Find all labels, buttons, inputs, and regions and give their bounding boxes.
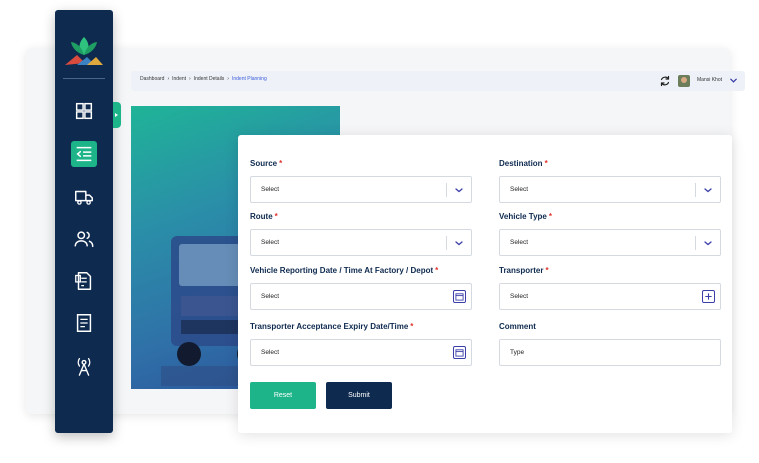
company-logo: [65, 37, 103, 65]
acceptance-expiry-picker[interactable]: Select: [250, 339, 472, 366]
screen: Dashboard › Indent › Indent Details › In…: [0, 0, 759, 463]
sidebar-item-dashboard[interactable]: [71, 98, 97, 124]
comment-label: Comment: [499, 322, 536, 331]
breadcrumb-indent[interactable]: Indent: [172, 76, 186, 82]
chevron-down-icon[interactable]: [454, 238, 464, 248]
chevron-down-icon[interactable]: [454, 185, 464, 195]
submit-button[interactable]: Submit: [326, 382, 392, 409]
tower-icon: [77, 357, 91, 376]
add-transporter-button[interactable]: [702, 290, 715, 303]
route-select[interactable]: Select: [250, 229, 472, 256]
sidebar-divider: [63, 78, 105, 79]
destination-label: Destination *: [499, 159, 548, 168]
calendar-icon: [455, 349, 464, 357]
reporting-date-picker[interactable]: Select: [250, 283, 472, 310]
source-value: Select: [261, 186, 280, 193]
comment-input[interactable]: Type: [499, 339, 721, 366]
breadcrumb-dashboard[interactable]: Dashboard: [140, 76, 164, 82]
indent-list-icon: [76, 146, 92, 162]
breadcrumb-sep: ›: [189, 76, 191, 82]
sidebar-item-billing[interactable]: [71, 268, 97, 294]
sidebar: [55, 10, 113, 433]
source-label: Source *: [250, 159, 283, 168]
document-icon: [76, 314, 92, 332]
invoice-icon: [75, 272, 92, 290]
chevron-down-icon[interactable]: [703, 185, 713, 195]
sidebar-toggle-button[interactable]: [113, 102, 121, 128]
chevron-down-icon[interactable]: [729, 76, 738, 85]
destination-select[interactable]: Select: [499, 176, 721, 203]
sidebar-item-vehicles[interactable]: [71, 184, 97, 210]
transporter-label: Transporter *: [499, 266, 549, 275]
select-divider: [446, 183, 447, 197]
breadcrumb: Dashboard › Indent › Indent Details › In…: [140, 76, 267, 82]
user-name[interactable]: Mansi Khot: [697, 77, 722, 83]
vehicle-type-select[interactable]: Select: [499, 229, 721, 256]
source-select[interactable]: Select: [250, 176, 472, 203]
acceptance-expiry-label: Transporter Acceptance Expiry Date/Time *: [250, 322, 414, 331]
acceptance-expiry-value: Select: [261, 349, 280, 356]
calendar-icon: [455, 293, 464, 301]
comment-placeholder: Type: [510, 349, 525, 356]
sidebar-item-indent[interactable]: [71, 141, 97, 167]
select-divider: [446, 236, 447, 250]
route-label: Route *: [250, 212, 278, 221]
sidebar-item-reports[interactable]: [71, 310, 97, 336]
destination-value: Select: [510, 186, 529, 193]
calendar-button[interactable]: [453, 346, 466, 359]
breadcrumb-sep: ›: [167, 76, 170, 82]
reporting-date-label: Vehicle Reporting Date / Time At Factory…: [250, 266, 439, 275]
chevron-down-icon[interactable]: [703, 238, 713, 248]
refresh-icon[interactable]: [659, 75, 671, 87]
route-value: Select: [261, 239, 280, 246]
reset-button[interactable]: Reset: [250, 382, 316, 409]
reporting-date-value: Select: [261, 293, 280, 300]
breadcrumb-indent-planning: Indent Planning: [231, 76, 267, 82]
plus-icon: [705, 293, 712, 300]
indent-planning-form: Source * Select Destination * Select Route…: [238, 135, 732, 433]
users-icon: [74, 231, 94, 248]
calendar-button[interactable]: [453, 290, 466, 303]
transporter-value: Select: [510, 293, 529, 300]
dashboard-grid-icon: [75, 102, 93, 120]
sidebar-item-users[interactable]: [71, 226, 97, 252]
avatar[interactable]: [678, 75, 690, 87]
breadcrumb-sep: ›: [227, 76, 229, 82]
vehicle-type-value: Select: [510, 239, 529, 246]
sidebar-item-tracking[interactable]: [71, 353, 97, 379]
select-divider: [695, 183, 696, 197]
vehicle-type-label: Vehicle Type *: [499, 212, 552, 221]
transporter-select[interactable]: Select: [499, 283, 721, 310]
breadcrumb-indent-details[interactable]: Indent Details: [194, 76, 225, 82]
top-bar: Dashboard › Indent › Indent Details › In…: [131, 71, 745, 91]
select-divider: [695, 236, 696, 250]
truck-icon: [75, 190, 93, 205]
